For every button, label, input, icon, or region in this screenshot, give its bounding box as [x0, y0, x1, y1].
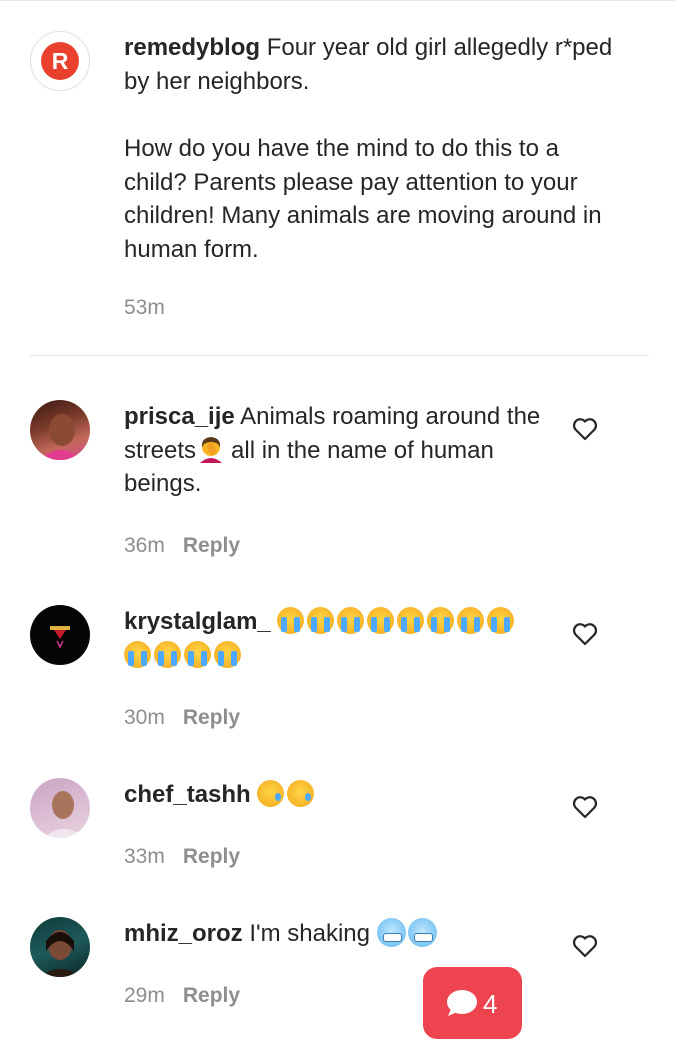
post-caption: remedyblog Four year old girl allegedly … [124, 31, 624, 98]
svg-text:R: R [52, 48, 69, 74]
post-timestamp: 53m [124, 296, 165, 319]
comment-body: I'm shaking [249, 920, 370, 947]
profile-photo-icon [40, 414, 82, 460]
post-caption-body: How do you have the mind to do this to a… [124, 135, 602, 263]
like-heart-icon[interactable] [572, 795, 598, 819]
loudly-crying-face-emoji-icon [367, 607, 395, 634]
brand-logo-icon [50, 626, 70, 649]
comment-meta: 36m Reply [124, 534, 240, 558]
comment-username[interactable]: chef_tashh [124, 781, 251, 808]
comment-username[interactable]: prisca_ije [124, 403, 235, 430]
comment-timestamp: 29m [124, 984, 165, 1007]
loudly-crying-face-emoji-icon [427, 607, 455, 634]
remedyblog-avatar[interactable]: R [30, 31, 90, 91]
mhiz-oroz-avatar[interactable] [30, 917, 90, 977]
comment-text: prisca_ije Animals roaming around the st… [124, 400, 544, 501]
comment-meta: 33m Reply [124, 845, 240, 869]
comment-text: mhiz_oroz I'm shaking [124, 917, 544, 951]
remedyblog-logo-icon: R [41, 42, 79, 80]
loudly-crying-face-emoji-icon [397, 607, 425, 634]
comment-meta: 30m Reply [124, 706, 240, 730]
reply-button[interactable]: Reply [183, 984, 240, 1007]
chef-tashh-avatar[interactable] [30, 778, 90, 838]
loudly-crying-face-emoji-icon [307, 607, 335, 634]
cold-face-emoji-icon [407, 918, 437, 947]
profile-photo-icon [44, 791, 86, 838]
like-heart-icon[interactable] [572, 622, 598, 646]
loudly-crying-face-emoji-icon [487, 607, 515, 634]
like-heart-icon[interactable] [572, 934, 598, 958]
reply-button[interactable]: Reply [183, 706, 240, 729]
krystalglam-avatar[interactable] [30, 605, 90, 665]
comment-timestamp: 30m [124, 706, 165, 729]
cold-face-emoji-icon [376, 918, 406, 947]
comment-username[interactable]: krystalglam_ [124, 608, 271, 635]
loudly-crying-face-emoji-icon [457, 607, 485, 634]
reply-button[interactable]: Reply [183, 845, 240, 868]
comment-username[interactable]: mhiz_oroz [124, 920, 243, 947]
loudly-crying-face-emoji-icon [154, 640, 181, 668]
woman-facepalming-emoji-icon [197, 435, 225, 463]
reply-button[interactable]: Reply [183, 534, 240, 557]
post-username[interactable]: remedyblog [124, 34, 260, 61]
loudly-crying-face-emoji-icon [337, 607, 365, 634]
comments-count-button[interactable]: 4 [423, 967, 522, 1039]
comment-text: krystalglam_ [124, 605, 544, 672]
comments-count: 4 [483, 989, 498, 1019]
comment-text: chef_tashh [124, 778, 544, 812]
loudly-crying-face-emoji-icon [277, 607, 305, 634]
crying-face-emoji-icon [257, 780, 285, 807]
loudly-crying-face-emoji-icon [214, 640, 241, 668]
chat-bubble-icon [447, 990, 477, 1016]
profile-photo-icon [40, 930, 80, 977]
comment-meta: 29m Reply [124, 984, 240, 1008]
top-border [0, 0, 675, 1]
like-heart-icon[interactable] [572, 417, 598, 441]
crying-face-emoji-icon [287, 780, 315, 807]
comment-timestamp: 36m [124, 534, 165, 557]
prisca-ije-avatar[interactable] [30, 400, 90, 460]
caption-divider [30, 355, 649, 356]
comment-timestamp: 33m [124, 845, 165, 868]
loudly-crying-face-emoji-icon [124, 640, 151, 668]
loudly-crying-face-emoji-icon [184, 640, 211, 668]
